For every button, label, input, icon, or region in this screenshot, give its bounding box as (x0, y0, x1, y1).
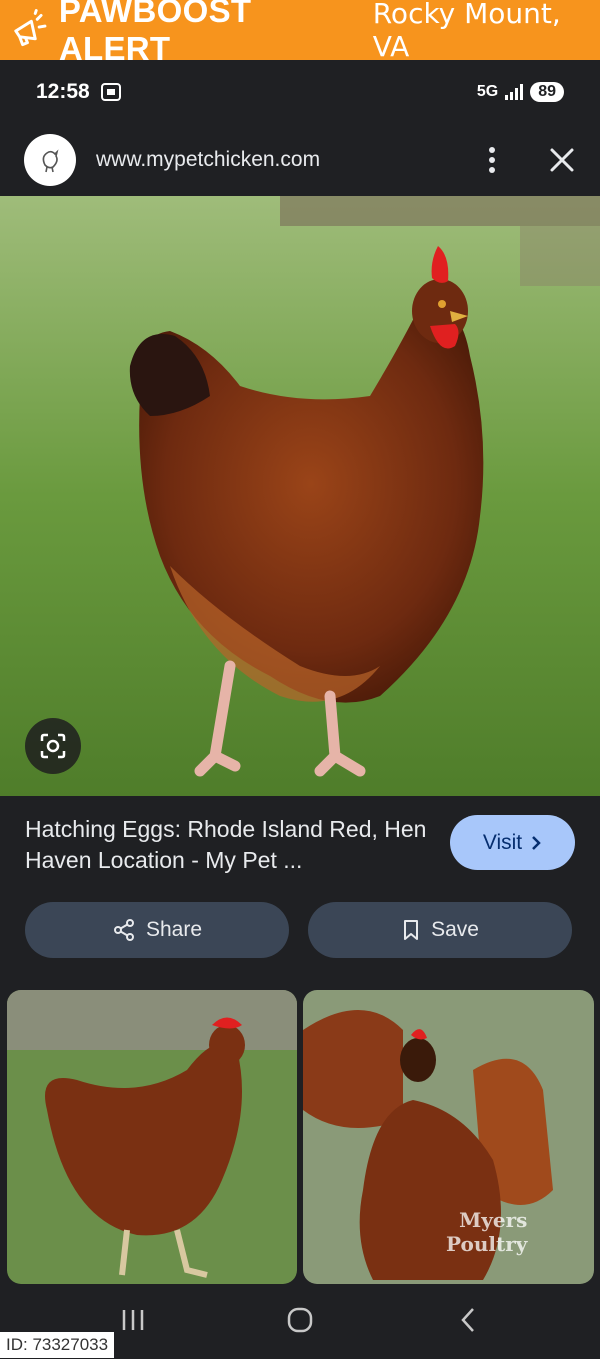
share-label: Share (145, 918, 203, 941)
status-time: 12:58 (36, 80, 90, 103)
battery-badge: 89 (530, 82, 564, 102)
home-icon[interactable] (286, 1306, 314, 1334)
id-tag: ID: 73327033 (0, 1332, 115, 1358)
watermark: Myers Poultry (446, 1208, 527, 1256)
back-icon[interactable] (458, 1306, 478, 1334)
chevron-right-icon (532, 835, 541, 850)
related-image-2[interactable]: Myers Poultry (303, 990, 594, 1284)
signal-icon (505, 84, 524, 100)
related-image-1[interactable] (7, 990, 297, 1284)
share-icon (113, 919, 134, 941)
save-label: Save (431, 918, 479, 941)
more-options-icon[interactable] (480, 144, 504, 176)
visit-label: Visit (482, 830, 523, 854)
hero-image[interactable] (0, 196, 600, 796)
lens-icon (40, 733, 66, 759)
share-button[interactable]: Share (25, 902, 289, 958)
close-icon[interactable] (548, 146, 576, 174)
screenshot-icon (100, 83, 121, 101)
watermark-line1: Myers (459, 1208, 528, 1232)
save-button[interactable]: Save (308, 902, 572, 958)
page-url[interactable]: www.mypetchicken.com (96, 148, 320, 172)
banner-brand: PAWBOOST ALERT (58, 0, 252, 67)
visit-button[interactable]: Visit (450, 815, 575, 870)
status-bar: 12:58 5G 89 (0, 60, 600, 124)
chicken-logo-icon (24, 134, 76, 186)
banner-location: Rocky Mount, VA (372, 0, 561, 63)
network-indicator: 5G (476, 83, 499, 100)
lens-search-button[interactable] (25, 718, 81, 774)
recent-apps-icon[interactable] (120, 1306, 146, 1334)
url-bar: www.mypetchicken.com (0, 124, 600, 196)
result-title[interactable]: Hatching Eggs: Rhode Island Red, Hen Hav… (25, 814, 435, 876)
pawboost-alert-banner: PAWBOOST ALERT Rocky Mount, VA (0, 0, 600, 67)
bookmark-icon (404, 920, 419, 940)
megaphone-icon (14, 9, 47, 47)
watermark-line2: Poultry (446, 1232, 528, 1256)
